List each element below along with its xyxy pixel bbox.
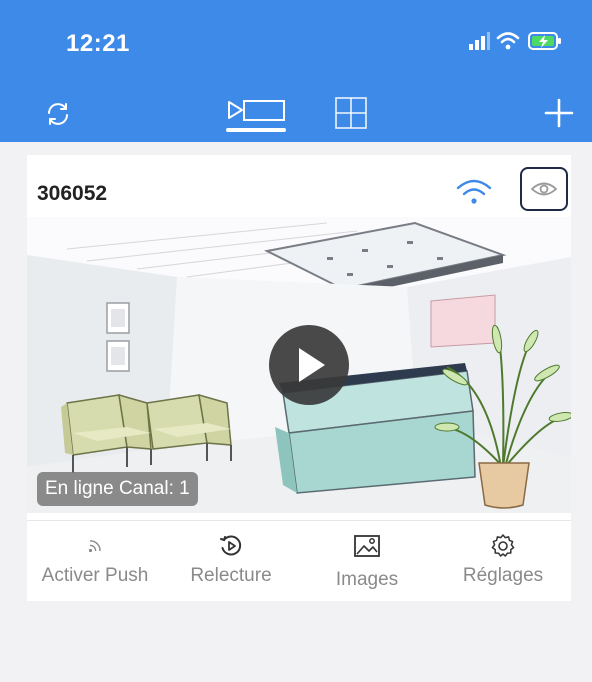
channel-status-label: En ligne Canal: 1 xyxy=(37,472,198,506)
eye-icon xyxy=(530,182,558,196)
device-name: 306052 xyxy=(37,182,108,205)
images-label: Images xyxy=(335,569,399,590)
image-icon xyxy=(354,535,380,557)
wifi-icon xyxy=(456,179,492,204)
settings-label: Réglages xyxy=(462,565,544,586)
app-header: 12:21 xyxy=(0,0,592,142)
camera-preview-image xyxy=(27,217,571,513)
single-view-icon xyxy=(228,100,285,121)
play-icon[interactable] xyxy=(269,325,349,405)
replay-icon xyxy=(220,535,242,556)
push-icon xyxy=(88,540,101,553)
battery-charging-icon xyxy=(528,32,561,50)
activate-push-button[interactable]: Activer Push xyxy=(27,525,163,601)
camera-preview[interactable] xyxy=(27,217,571,513)
status-time: 12:21 xyxy=(66,30,130,57)
images-button[interactable]: Images xyxy=(299,525,435,601)
wifi-icon xyxy=(496,32,520,50)
tab-single-view[interactable] xyxy=(226,96,290,126)
activate-push-label: Activer Push xyxy=(41,565,149,586)
tab-grid-view[interactable] xyxy=(334,96,368,130)
preview-toggle-button[interactable] xyxy=(520,167,568,211)
replay-button[interactable]: Relecture xyxy=(163,525,299,601)
signal-icon xyxy=(469,32,490,50)
settings-button[interactable]: Réglages xyxy=(435,525,571,601)
settings-icon xyxy=(491,534,515,557)
card-divider xyxy=(27,520,571,521)
active-tab-indicator xyxy=(226,128,286,132)
add-icon xyxy=(544,98,574,128)
replay-label: Relecture xyxy=(190,565,272,586)
grid-view-icon xyxy=(335,97,367,129)
refresh-button[interactable] xyxy=(42,98,74,130)
refresh-icon xyxy=(48,103,68,125)
add-device-button[interactable] xyxy=(544,98,574,128)
device-card: 306052 En ligne Canal: 1 Activer Push Re… xyxy=(27,155,571,601)
device-actions: Activer Push Relecture Images Réglages xyxy=(27,525,571,601)
